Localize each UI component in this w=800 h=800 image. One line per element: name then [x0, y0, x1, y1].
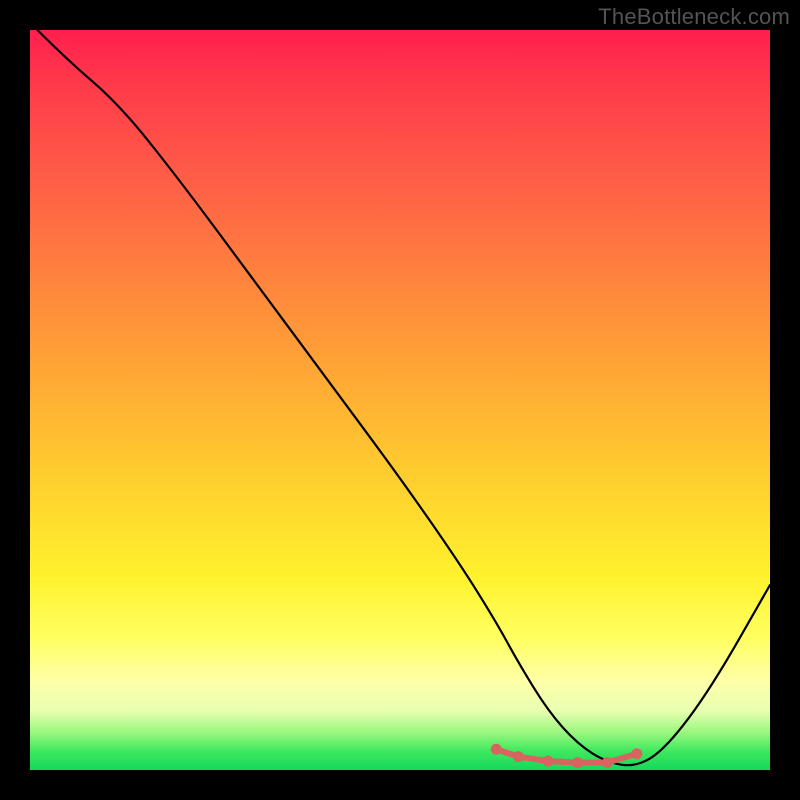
optimal-range-dot	[631, 748, 642, 759]
chart-container: TheBottleneck.com	[0, 0, 800, 800]
optimal-range-dot	[602, 757, 613, 768]
optimal-range-dot	[491, 744, 502, 755]
optimal-range-dot	[543, 756, 554, 767]
curve-svg	[30, 30, 770, 770]
optimal-range-dot	[572, 757, 583, 768]
watermark-text: TheBottleneck.com	[598, 4, 790, 30]
optimal-range-dot	[513, 751, 524, 762]
bottleneck-curve	[37, 30, 770, 765]
plot-area	[30, 30, 770, 770]
